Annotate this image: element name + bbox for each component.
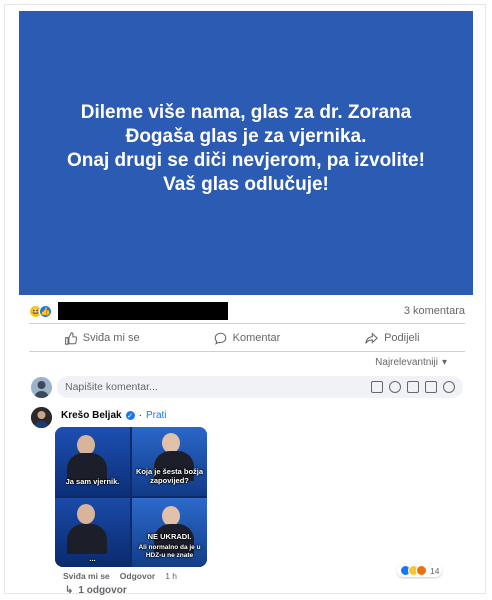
post-image-text: Dileme više nama, glas za dr. Zorana Đog…	[67, 101, 425, 197]
replies-label: 1 odgovor	[78, 585, 127, 596]
camera-icon[interactable]	[407, 381, 419, 393]
person-head	[162, 433, 180, 453]
like-button[interactable]: Sviđa mi se	[29, 327, 174, 349]
reaction-count: 14	[430, 565, 440, 576]
meme-caption: NE UKRADI.	[147, 532, 192, 541]
post-image[interactable]: Dileme više nama, glas za dr. Zorana Đog…	[19, 11, 473, 295]
sort-label: Najrelevantniji	[375, 357, 438, 368]
reaction-icons[interactable]: 😆 👍	[29, 304, 52, 318]
user-avatar-icon	[31, 377, 52, 398]
caret-down-icon: ▾	[441, 357, 447, 368]
post-card: Dileme više nama, glas za dr. Zorana Đog…	[4, 4, 486, 596]
redacted-block	[58, 302, 228, 320]
verified-badge-icon: ✓	[125, 411, 135, 420]
post-stats: 😆 👍 3 komentara	[29, 301, 465, 321]
post-text-line: Dileme više nama, glas za dr. Zorana	[80, 102, 412, 123]
comment-like-button[interactable]: Sviđa mi se	[63, 571, 110, 581]
post-actions: Sviđa mi se Komentar Podijeli	[29, 327, 465, 349]
avatar-sticker-icon[interactable]	[371, 381, 383, 393]
person-body	[67, 524, 107, 554]
comment-count[interactable]: 3 komentara	[404, 305, 465, 317]
gif-icon[interactable]	[425, 381, 437, 393]
meme-panel: ...	[55, 498, 130, 567]
person-head	[162, 506, 180, 526]
comment-sort-dropdown[interactable]: Najrelevantniji ▾	[375, 357, 447, 368]
separator-dot: ·	[138, 410, 142, 421]
sticker-icon[interactable]	[443, 381, 455, 393]
meme-caption: ...	[89, 554, 96, 563]
like-label: Sviđa mi se	[82, 332, 140, 344]
meme-panel: Koja je šesta božja zapovijed?	[132, 427, 207, 496]
divider	[29, 323, 465, 324]
comment-icon	[214, 332, 226, 345]
person-head	[77, 435, 95, 455]
angry-icon	[416, 565, 427, 576]
meme-caption: Koja je šesta božja zapovijed?	[135, 467, 204, 485]
view-replies-link[interactable]: ↳ 1 odgovor	[65, 585, 127, 596]
post-text-line: Đogaša glas je za vjernika.	[125, 126, 367, 147]
comment-button[interactable]: Komentar	[174, 327, 319, 349]
emoji-icon[interactable]	[389, 381, 401, 393]
avatar[interactable]	[31, 377, 52, 398]
divider	[29, 351, 465, 352]
comment-time[interactable]: 1 h	[165, 571, 177, 581]
comment-input-placeholder: Napišite komentar...	[65, 381, 158, 393]
reply-arrow-icon: ↳	[65, 585, 74, 596]
follow-button[interactable]: Prati	[146, 410, 167, 421]
share-icon	[365, 331, 379, 344]
comment-meme-image[interactable]: Ja sam vjernik. Koja je šesta božja zapo…	[55, 427, 207, 567]
comment-author-name[interactable]: Krešo Beljak	[61, 410, 122, 421]
person-head	[77, 504, 95, 524]
meme-panel: NE UKRADI. Ali normalno da je u HDZ-u ne…	[132, 498, 207, 567]
post-text-line: Vaš glas odlučuje!	[163, 174, 329, 195]
author-avatar-icon	[31, 407, 52, 428]
composer-tools	[371, 381, 455, 393]
comment-actions: Sviđa mi se Odgovor 1 h	[63, 571, 177, 581]
share-label: Podijeli	[384, 332, 420, 344]
comment-reactions[interactable]: 14	[397, 564, 443, 577]
like-icon: 👍	[39, 304, 52, 318]
share-button[interactable]: Podijeli	[320, 327, 465, 349]
comment-label: Komentar	[232, 332, 281, 344]
comment-reply-button[interactable]: Odgovor	[120, 571, 155, 581]
thumbs-up-icon	[64, 331, 77, 345]
meme-caption: Ali normalno da je u HDZ-u ne znate	[138, 544, 201, 559]
comment-author-avatar[interactable]	[31, 407, 52, 428]
comment-header: Krešo Beljak ✓ · Prati	[61, 410, 167, 421]
comment-input[interactable]: Napišite komentar...	[57, 376, 463, 398]
meme-caption: Ja sam vjernik.	[65, 477, 120, 486]
meme-panel: Ja sam vjernik.	[55, 427, 130, 496]
post-text-line: Onaj drugi se diči nevjerom, pa izvolite…	[67, 150, 425, 171]
